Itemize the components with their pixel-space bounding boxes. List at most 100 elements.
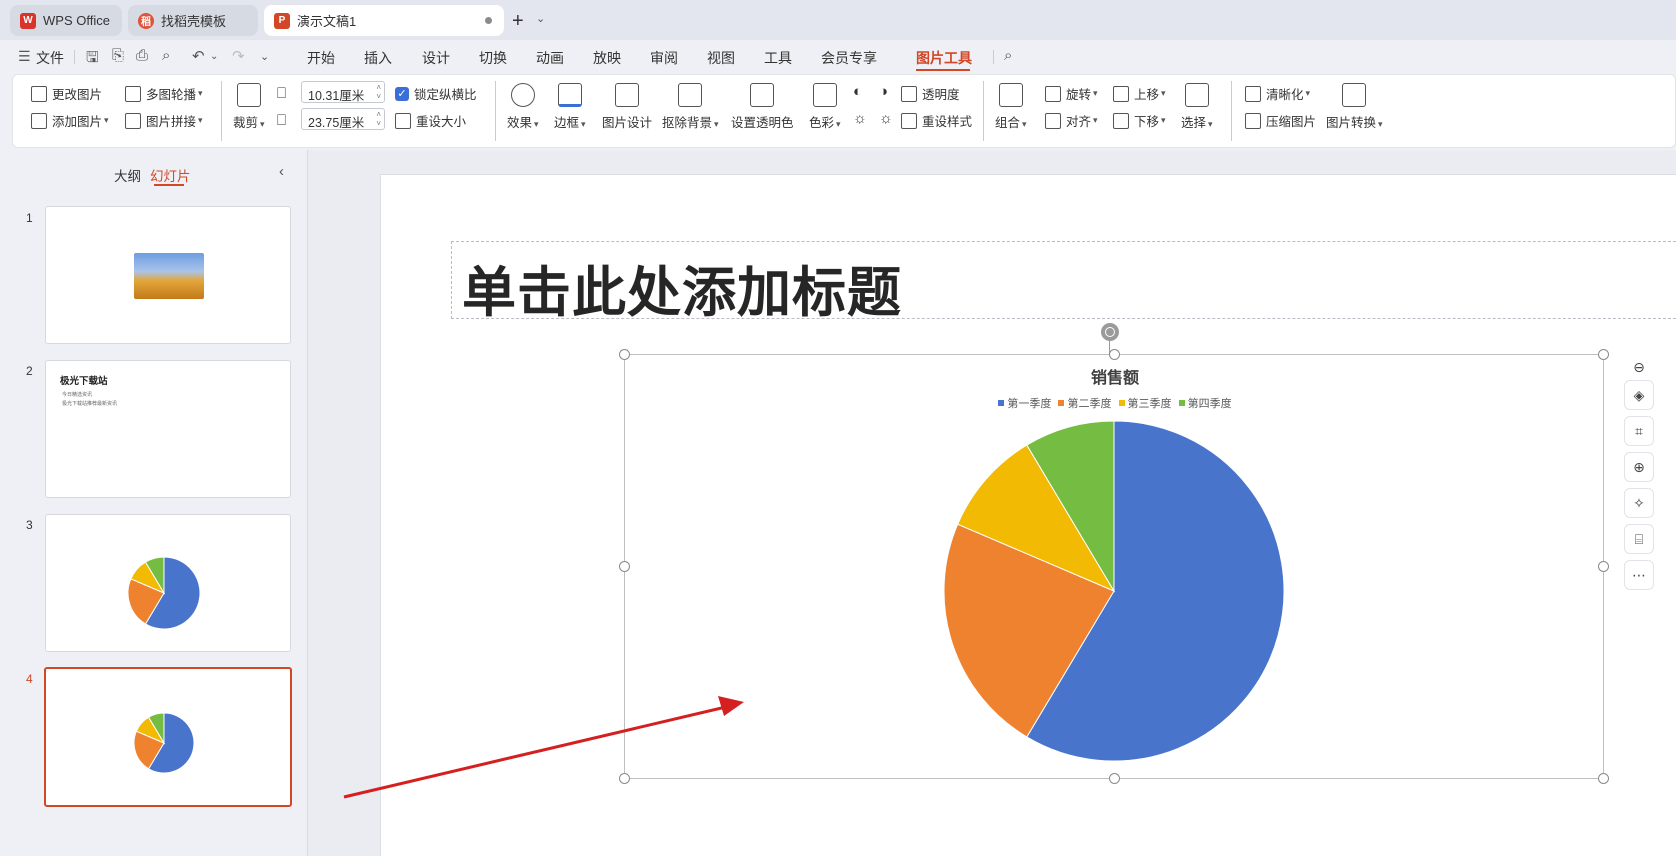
tab-wps-office[interactable]: W WPS Office <box>10 5 122 36</box>
crop-icon[interactable]: ⌗ <box>1624 416 1654 446</box>
zoom-in-icon[interactable]: ⊕ <box>1624 452 1654 482</box>
color-button[interactable]: 色彩 ▾ <box>809 83 841 131</box>
lock-ratio-checkbox[interactable]: ✓ 锁定纵横比 <box>395 84 477 103</box>
menu-animation[interactable]: 动画 <box>536 48 564 68</box>
collapse-panel-icon[interactable]: ‹ <box>279 163 284 180</box>
contrast-up-icon[interactable]: ◐ <box>853 83 862 100</box>
search-icon[interactable]: ⌕ <box>1004 47 1012 64</box>
menu-slideshow[interactable]: 放映 <box>593 48 621 68</box>
spin-down-icon[interactable]: ˅ <box>376 120 381 128</box>
title-placeholder[interactable]: 单击此处添加标题 <box>451 241 1676 323</box>
chevron-down-icon[interactable]: ⌄ <box>536 12 545 25</box>
slide-thumbnail-3[interactable] <box>45 514 291 652</box>
magic-icon[interactable]: ✧ <box>1624 488 1654 518</box>
label: 更改图片 <box>52 88 103 102</box>
slide[interactable]: 单击此处添加标题 销售额 第一季度 第二季度 第三季度 第四季度 <box>380 174 1676 856</box>
more-quick-icon[interactable]: ⌄ <box>260 50 269 63</box>
spin-up-icon[interactable]: ˄ <box>376 84 381 92</box>
picture-convert-button[interactable]: 图片转换 ▾ <box>1326 83 1383 131</box>
slide-number: 4 <box>26 672 33 686</box>
change-picture-button[interactable]: 更改图片 <box>31 84 102 103</box>
ocr-icon[interactable]: ⌸ <box>1624 524 1654 554</box>
tab-templates[interactable]: 稻 找稻壳模板 <box>128 5 258 36</box>
send-backward-button[interactable]: 下移 ▾ <box>1113 111 1166 130</box>
resize-handle[interactable] <box>1598 561 1609 572</box>
compress-picture-button[interactable]: 压缩图片 <box>1245 111 1316 130</box>
slide-thumbnail-2[interactable]: 极光下载站 今日精选资讯 极光下载站推荐最新资讯 <box>45 360 291 498</box>
menu-review[interactable]: 审阅 <box>650 48 678 68</box>
crop-button[interactable]: 裁剪 ▾ <box>233 83 265 131</box>
print-icon[interactable]: ⎙ <box>136 47 148 64</box>
width-input[interactable]: 10.31厘米 ˄ ˅ <box>301 81 385 103</box>
tab-outline[interactable]: 大纲 <box>114 165 141 185</box>
resize-handle[interactable] <box>619 349 630 360</box>
label: 旋转 <box>1066 88 1092 102</box>
transparency-button[interactable]: 透明度 <box>901 84 960 103</box>
resize-handle[interactable] <box>619 773 630 784</box>
rotate-handle-icon[interactable] <box>1101 323 1119 341</box>
menu-tools[interactable]: 工具 <box>764 48 792 68</box>
reset-style-button[interactable]: 重设样式 <box>901 111 972 130</box>
resize-handle[interactable] <box>1598 349 1609 360</box>
undo-icon[interactable]: ↶ <box>192 47 205 65</box>
caret-icon: ▾ <box>1093 88 1098 98</box>
slide-thumbnail-4[interactable] <box>44 667 292 807</box>
picture-design-button[interactable]: 图片设计 <box>602 83 652 131</box>
unsaved-dot-icon[interactable] <box>485 17 492 24</box>
height-value: 23.75厘米 <box>308 116 365 130</box>
menu-picture-tools[interactable]: 图片工具 <box>916 48 972 68</box>
spin-up-icon[interactable]: ˄ <box>376 111 381 119</box>
menu-icon[interactable]: ☰ <box>18 48 31 65</box>
add-picture-icon <box>31 112 47 129</box>
add-picture-button[interactable]: 添加图片 ▾ <box>31 111 109 130</box>
menu-design[interactable]: 设计 <box>422 48 450 68</box>
slide-panel: 大纲 幻灯片 ‹ 1 2 极光下载站 今日精选资讯 极光下载站推荐最新资讯 3 … <box>0 150 308 856</box>
menu-transition[interactable]: 切换 <box>479 48 507 68</box>
border-button[interactable]: 边框 ▾ <box>554 83 586 131</box>
remove-background-button[interactable]: 抠除背景 ▾ <box>662 83 719 131</box>
multi-carousel-button[interactable]: 多图轮播 ▾ <box>125 84 203 103</box>
minus-icon[interactable]: ⊖ <box>1624 352 1654 382</box>
redo-icon[interactable]: ↷ <box>232 47 245 65</box>
menu-view[interactable]: 视图 <box>707 48 735 68</box>
picture-splice-button[interactable]: 图片拼接 ▾ <box>125 111 203 130</box>
set-transparent-color-button[interactable]: 设置透明色 <box>731 83 794 131</box>
brightness-down-icon[interactable]: ☼ <box>879 110 893 127</box>
sharpen-button[interactable]: 清晰化 ▾ <box>1245 84 1310 103</box>
menu-file[interactable]: 文件 <box>36 48 64 68</box>
brightness-up-icon[interactable]: ☼ <box>853 110 867 127</box>
group-button[interactable]: 组合 ▾ <box>995 83 1027 131</box>
menu-insert[interactable]: 插入 <box>364 48 392 68</box>
label: 压缩图片 <box>1266 115 1317 129</box>
tab-slides[interactable]: 幻灯片 <box>150 165 191 185</box>
export-icon[interactable]: ⎘ <box>112 47 124 64</box>
height-input[interactable]: 23.75厘米 ˄ ˅ <box>301 108 385 130</box>
resize-handle[interactable] <box>619 561 630 572</box>
tab-presentation[interactable]: P 演示文稿1 <box>264 5 504 36</box>
align-button[interactable]: 对齐 ▾ <box>1045 111 1098 130</box>
resize-handle[interactable] <box>1598 773 1609 784</box>
save-icon[interactable]: 🖫 <box>86 47 99 72</box>
spin-down-icon[interactable]: ˅ <box>376 93 381 101</box>
menu-home[interactable]: 开始 <box>307 48 335 68</box>
slide-thumbnail-1[interactable] <box>45 206 291 344</box>
pie-chart <box>943 420 1285 762</box>
undo-menu-icon[interactable]: ⌄ <box>210 51 218 62</box>
effects-button[interactable]: 效果 ▾ <box>507 83 539 131</box>
resize-handle[interactable] <box>1109 349 1120 360</box>
reset-size-button[interactable]: 重设大小 <box>395 111 466 130</box>
menu-member[interactable]: 会员专享 <box>821 48 877 68</box>
divider <box>221 81 222 141</box>
wps-window: W WPS Office 稻 找稻壳模板 P 演示文稿1 + ⌄ ☰ 文件 🖫 … <box>0 0 1676 856</box>
layers-icon[interactable]: ◈ <box>1624 380 1654 410</box>
crop-icon <box>236 83 261 107</box>
rotate-button[interactable]: 旋转 ▾ <box>1045 84 1098 103</box>
resize-handle[interactable] <box>1109 773 1120 784</box>
contrast-down-icon[interactable]: ◑ <box>879 83 888 100</box>
print-preview-icon[interactable]: ⌕ <box>162 47 170 64</box>
bring-forward-button[interactable]: 上移 ▾ <box>1113 84 1166 103</box>
chart-picture[interactable]: 销售额 第一季度 第二季度 第三季度 第四季度 <box>619 349 1609 784</box>
new-tab-icon[interactable]: + <box>512 10 524 33</box>
select-button[interactable]: 选择 ▾ <box>1181 83 1213 131</box>
more-icon[interactable]: ⋯ <box>1624 560 1654 590</box>
